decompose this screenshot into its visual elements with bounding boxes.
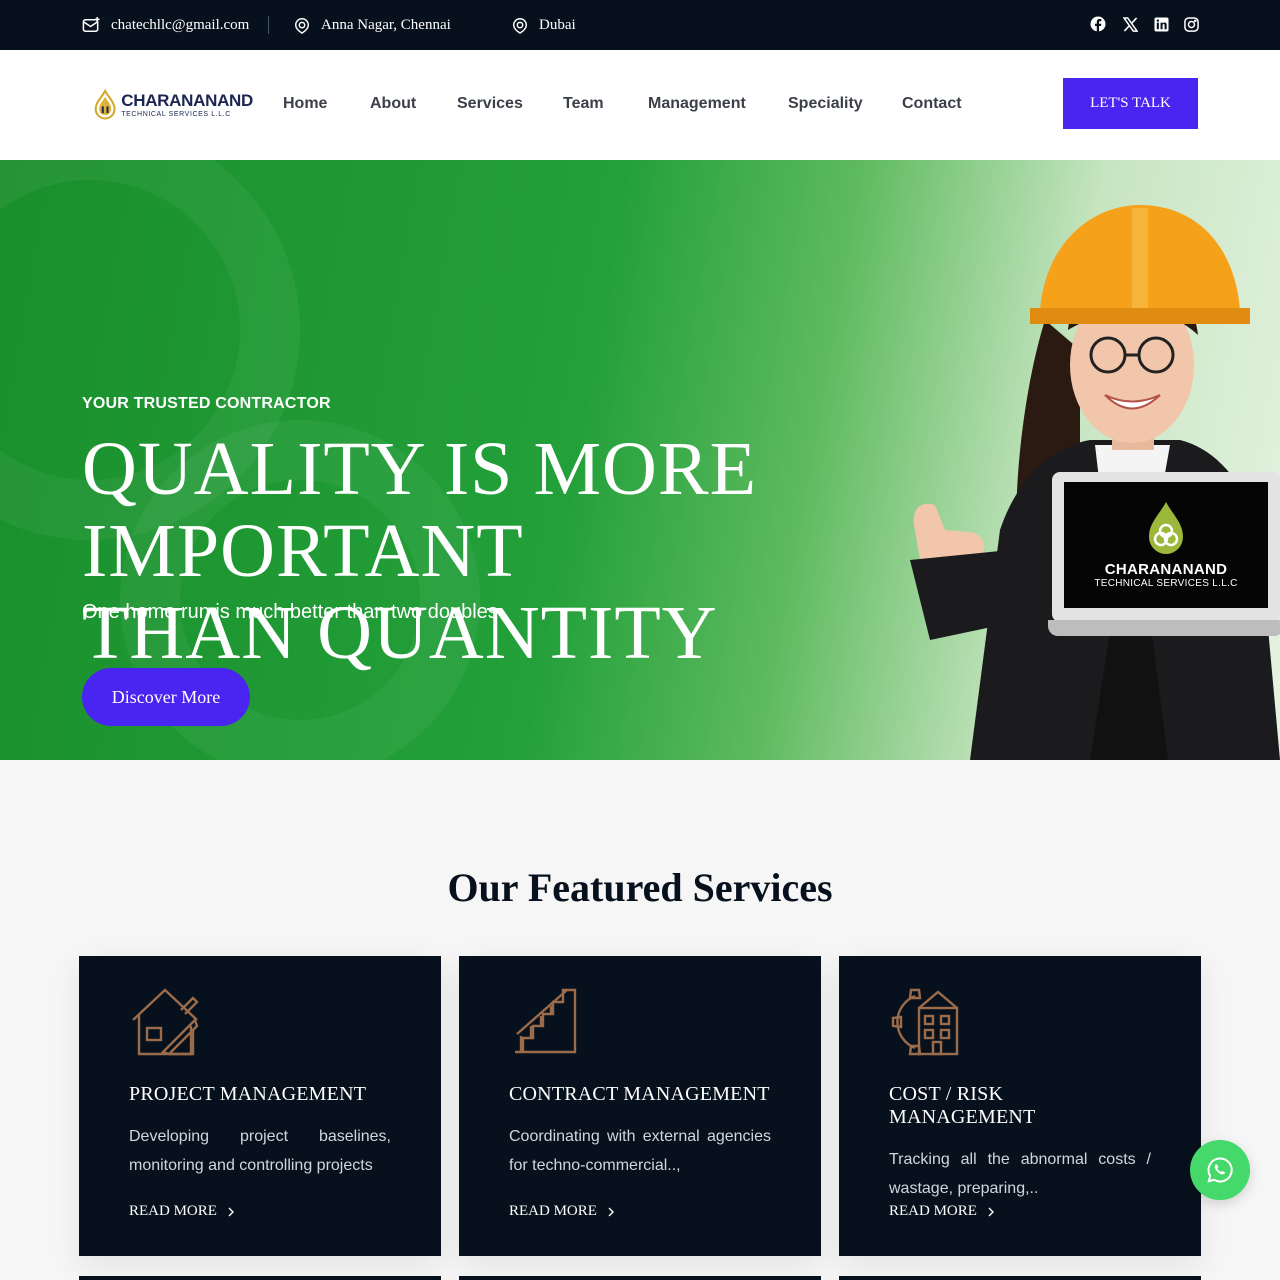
service-title: COST / RISK MANAGEMENT	[889, 1083, 1036, 1128]
read-more-link[interactable]: READ MORE	[509, 1203, 615, 1220]
hero-banner: CHARANANAND TECHNICAL SERVICES L.L.C YOU…	[0, 160, 1280, 760]
discover-more-button[interactable]: Discover More	[82, 668, 250, 726]
read-more-link[interactable]: READ MORE	[889, 1203, 995, 1220]
nav-home[interactable]: Home	[283, 95, 327, 113]
company-logo[interactable]: CHARANANAND TECHNICAL SERVICES L.L.C	[93, 82, 253, 128]
location-info-dubai: Dubai	[511, 0, 576, 50]
lets-talk-button[interactable]: LET'S TALK	[1063, 78, 1198, 129]
nav-speciality[interactable]: Speciality	[788, 95, 863, 113]
nav-about[interactable]: About	[370, 95, 416, 113]
location-pin-icon	[293, 16, 311, 35]
chevron-right-icon	[988, 1207, 994, 1216]
service-card-partial	[839, 1276, 1201, 1280]
x-icon[interactable]	[1120, 14, 1140, 34]
service-card-partial	[459, 1276, 821, 1280]
instagram-icon[interactable]	[1181, 14, 1201, 34]
divider	[268, 16, 269, 34]
nav-services[interactable]: Services	[457, 95, 523, 113]
laptop-screen: CHARANANAND TECHNICAL SERVICES L.L.C	[1052, 472, 1280, 622]
service-description: Tracking all the abnormal costs / wastag…	[889, 1151, 1151, 1197]
hero-title-line2: THAN QUANTITY	[82, 591, 718, 675]
whatsapp-icon	[1207, 1157, 1233, 1183]
location-pin-icon	[511, 16, 529, 35]
nav-management[interactable]: Management	[648, 95, 746, 113]
email-info[interactable]: chatechllc@gmail.com	[82, 0, 249, 50]
service-title: CONTRACT MANAGEMENT	[509, 1083, 770, 1105]
top-bar: chatechllc@gmail.com Anna Nagar, Chennai…	[0, 0, 1280, 50]
nav-team[interactable]: Team	[563, 95, 604, 113]
chevron-right-icon	[608, 1207, 614, 1216]
logo-sub-text: TECHNICAL SERVICES L.L.C	[121, 111, 231, 118]
location-info-chennai: Anna Nagar, Chennai	[293, 0, 451, 50]
facebook-icon[interactable]	[1088, 14, 1108, 34]
whatsapp-button[interactable]	[1190, 1140, 1250, 1200]
stairs-icon	[515, 988, 577, 1054]
service-card-cost-risk-management[interactable]: COST / RISK MANAGEMENT Tracking all the …	[839, 956, 1201, 1256]
service-card-contract-management[interactable]: CONTRACT MANAGEMENT Coordinating with ex…	[459, 956, 821, 1256]
hero-title: QUALITY IS MORE IMPORTANT THAN QUANTITY	[82, 428, 1182, 674]
service-title: PROJECT MANAGEMENT	[129, 1083, 367, 1105]
read-more-label: READ MORE	[129, 1203, 217, 1219]
read-more-label: READ MORE	[509, 1203, 597, 1219]
service-description: Coordinating with external agencies for …	[509, 1128, 771, 1174]
logo-brand-text: CHARANANAND	[121, 91, 253, 110]
linkedin-icon[interactable]	[1151, 14, 1171, 34]
email-text[interactable]: chatechllc@gmail.com	[111, 17, 249, 34]
mail-icon	[82, 16, 101, 35]
chevron-right-icon	[228, 1207, 234, 1216]
read-more-label: READ MORE	[889, 1203, 977, 1219]
location-text-chennai: Anna Nagar, Chennai	[321, 16, 451, 33]
nav-contact[interactable]: Contact	[902, 95, 962, 113]
laptop-brand-text: CHARANANAND	[1104, 561, 1228, 578]
laptop-logo-icon	[1149, 502, 1183, 554]
hero-tagline: YOUR TRUSTED CONTRACTOR	[82, 395, 331, 412]
service-description: Developing project baselines, monitoring…	[129, 1128, 391, 1174]
services-section-title: Our Featured Services	[447, 865, 833, 910]
service-card-project-management[interactable]: PROJECT MANAGEMENT Developing project ba…	[79, 956, 441, 1256]
laptop-image: CHARANANAND TECHNICAL SERVICES L.L.C	[1048, 472, 1280, 637]
hero-title-line1: QUALITY IS MORE IMPORTANT	[82, 427, 758, 593]
building-gear-icon	[891, 988, 959, 1056]
location-text-dubai: Dubai	[539, 16, 576, 33]
house-blueprint-icon	[132, 988, 199, 1056]
read-more-link[interactable]: READ MORE	[129, 1203, 235, 1220]
laptop-base	[1048, 620, 1280, 636]
laptop-sub-text: TECHNICAL SERVICES L.L.C	[1094, 578, 1238, 589]
service-card-partial	[79, 1276, 441, 1280]
logo-drop-icon	[94, 88, 116, 120]
